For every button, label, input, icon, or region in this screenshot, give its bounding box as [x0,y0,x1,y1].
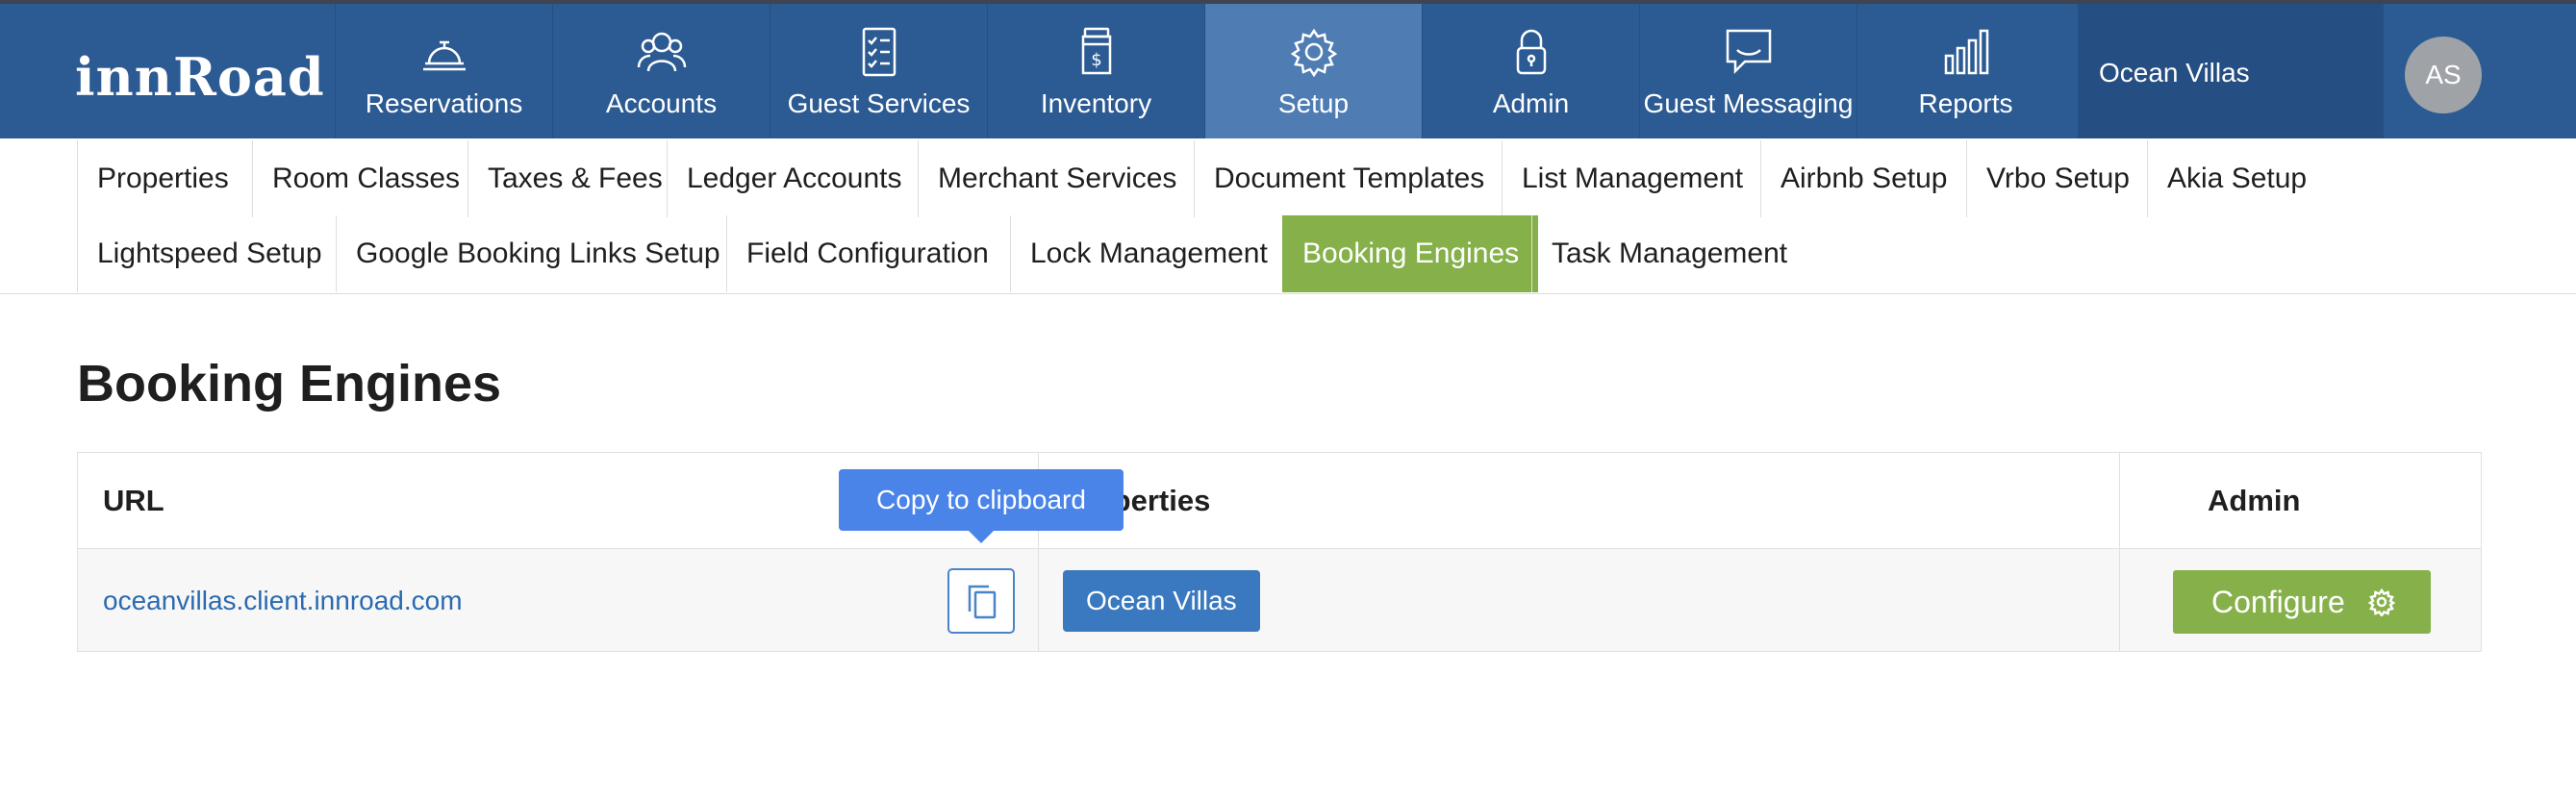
subnav-vrbo-setup[interactable]: Vrbo Setup [1966,140,2149,217]
top-navigation-bar: innRoad Reservations Accounts Guest Serv… [0,0,2576,138]
subnav-document-templates[interactable]: Document Templates [1194,140,1503,217]
tooltip-arrow [968,530,995,543]
setup-subnav: Properties Room Classes Taxes & Fees Led… [0,138,2576,294]
subnav-list-management[interactable]: List Management [1502,140,1762,217]
innroad-logo[interactable]: innRoad [75,46,325,108]
booking-engine-url-link[interactable]: oceanvillas.client.innroad.com [103,586,463,616]
subnav-taxes-fees[interactable]: Taxes & Fees [467,140,682,217]
nav-admin[interactable]: Admin [1422,4,1639,138]
subnav-akia-setup[interactable]: Akia Setup [2147,140,2326,217]
bell-icon [416,23,473,81]
subnav-room-classes[interactable]: Room Classes [252,140,479,217]
subnav-google-booking-links-setup[interactable]: Google Booking Links Setup [336,215,740,292]
property-selector-label: Ocean Villas [2099,58,2250,88]
subnav-merchant-services[interactable]: Merchant Services [918,140,1196,217]
subnav-properties[interactable]: Properties [77,140,248,217]
gear-icon [2367,588,2396,616]
checklist-icon [850,23,908,81]
property-chip[interactable]: Ocean Villas [1063,570,1260,632]
subnav-lightspeed-setup[interactable]: Lightspeed Setup [77,215,341,292]
copy-icon [968,585,997,619]
nav-reservations[interactable]: Reservations [335,4,552,138]
configure-button-label: Configure [2211,585,2345,619]
bar-chart-icon [1937,23,1995,81]
booking-engines-table: URL Properties Admin oceanvillas.client.… [77,452,2482,652]
lock-icon [1503,23,1560,81]
subnav-field-configuration[interactable]: Field Configuration [726,215,1008,292]
table-row: oceanvillas.client.innroad.com Ocean Vil… [78,549,2481,651]
page-title: Booking Engines [77,355,502,412]
property-selector[interactable]: Ocean Villas [2078,4,2384,138]
message-icon [1720,23,1778,81]
subnav-task-management[interactable]: Task Management [1531,215,1806,292]
column-divider [2119,453,2120,651]
svg-text:$: $ [1091,50,1101,70]
subnav-ledger-accounts[interactable]: Ledger Accounts [667,140,922,217]
gear-icon [1285,23,1343,81]
nav-inventory[interactable]: $ Inventory [987,4,1204,138]
column-header-url: URL [103,484,164,517]
subnav-airbnb-setup[interactable]: Airbnb Setup [1760,140,1966,217]
nav-reports[interactable]: Reports [1856,4,2074,138]
subnav-lock-management[interactable]: Lock Management [1010,215,1287,292]
column-header-admin: Admin [2208,484,2301,517]
configure-button[interactable]: Configure [2173,570,2431,634]
avatar[interactable]: AS [2405,37,2482,113]
copy-tooltip: Copy to clipboard [839,469,1124,531]
nav-guest-messaging[interactable]: Guest Messaging [1639,4,1856,138]
copy-to-clipboard-button[interactable] [947,568,1015,634]
subnav-booking-engines[interactable]: Booking Engines [1282,215,1539,292]
people-icon [633,23,691,81]
nav-setup[interactable]: Setup [1204,4,1422,138]
dollar-jar-icon: $ [1068,23,1125,81]
table-header: URL Properties Admin [78,453,2481,549]
nav-accounts[interactable]: Accounts [552,4,770,138]
nav-guest-services[interactable]: Guest Services [770,4,987,138]
